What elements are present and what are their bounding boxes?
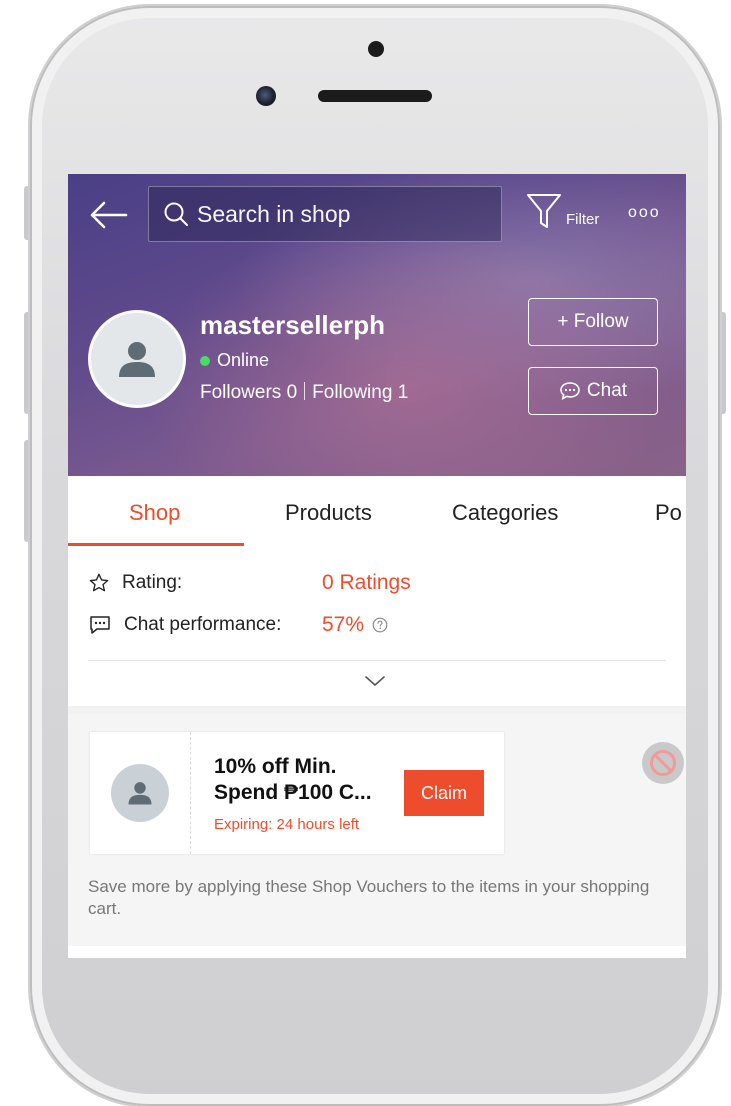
voucher-avatar	[111, 764, 169, 822]
search-icon	[164, 202, 188, 226]
voucher-note: Save more by applying these Shop Voucher…	[88, 877, 650, 918]
stats-separator	[304, 382, 306, 400]
phone-screen: Filter ooo mastersellerph Online Followe…	[68, 174, 686, 958]
stats-divider	[88, 660, 666, 661]
chat-performance-row: Chat performance: 57%	[88, 613, 648, 637]
tab-categories[interactable]: Categories	[452, 500, 558, 526]
chat-button[interactable]: Chat	[528, 367, 658, 415]
filter-label: Filter	[566, 211, 600, 228]
more-options-icon[interactable]: ooo	[628, 204, 661, 222]
shop-stats: Rating: 0 Ratings Chat performance: 57%	[68, 548, 686, 706]
filter-button[interactable]: Filter	[526, 192, 599, 230]
follow-button[interactable]: + Follow	[528, 298, 658, 346]
proximity-sensor	[368, 41, 384, 57]
filter-icon	[527, 194, 561, 228]
follow-button-label: + Follow	[557, 311, 629, 332]
chat-performance-icon	[90, 616, 110, 634]
back-arrow-icon[interactable]	[88, 200, 128, 230]
shop-name: mastersellerph	[200, 310, 385, 340]
rating-label: Rating:	[122, 572, 183, 593]
online-dot-icon	[200, 355, 210, 366]
online-status: Online	[200, 350, 269, 371]
next-section-edge	[68, 946, 686, 958]
shop-avatar[interactable]	[88, 310, 186, 408]
tab-products[interactable]: Products	[285, 500, 372, 526]
prohibited-icon[interactable]	[642, 742, 684, 784]
shop-search-bar[interactable]	[148, 186, 502, 242]
voucher-expiry: Expiring: 24 hours left	[214, 816, 360, 833]
claim-button[interactable]: Claim	[404, 770, 484, 816]
chat-performance-value: 57%	[322, 613, 365, 636]
no-entry-icon	[650, 750, 676, 776]
help-icon[interactable]	[372, 617, 388, 633]
voucher-section: 10% off Min. Spend ₱100 C... Expiring: 2…	[68, 714, 686, 946]
follow-stats: Followers 0 Following 1	[200, 382, 408, 404]
voucher-title: 10% off Min. Spend ₱100 C...	[214, 755, 372, 804]
tab-posts[interactable]: Po	[655, 500, 682, 526]
followers-count[interactable]: Followers 0	[200, 382, 297, 403]
chat-performance-value-group: 57%	[322, 613, 388, 637]
user-silhouette-icon	[119, 342, 155, 377]
chevron-down-icon[interactable]	[364, 674, 386, 688]
shop-tabs: Shop Products Categories Po	[68, 476, 686, 549]
voucher-card: 10% off Min. Spend ₱100 C... Expiring: 2…	[90, 732, 504, 854]
tab-shop[interactable]: Shop	[129, 500, 180, 526]
star-icon	[89, 573, 109, 592]
active-tab-indicator	[68, 543, 244, 546]
earpiece-speaker	[318, 90, 432, 102]
user-silhouette-icon	[128, 782, 152, 805]
rating-row: Rating: 0 Ratings	[88, 571, 648, 595]
shop-header: Filter ooo mastersellerph Online Followe…	[68, 174, 686, 476]
chat-button-label: Chat	[586, 380, 628, 401]
rating-value[interactable]: 0 Ratings	[322, 571, 411, 595]
search-input[interactable]	[195, 199, 489, 229]
voucher-avatar-area	[90, 732, 191, 854]
front-camera	[256, 86, 276, 106]
chat-bubble-icon	[560, 382, 580, 401]
following-count[interactable]: Following 1	[312, 382, 408, 403]
chat-performance-label: Chat performance:	[124, 614, 282, 635]
online-status-text: Online	[217, 350, 270, 370]
